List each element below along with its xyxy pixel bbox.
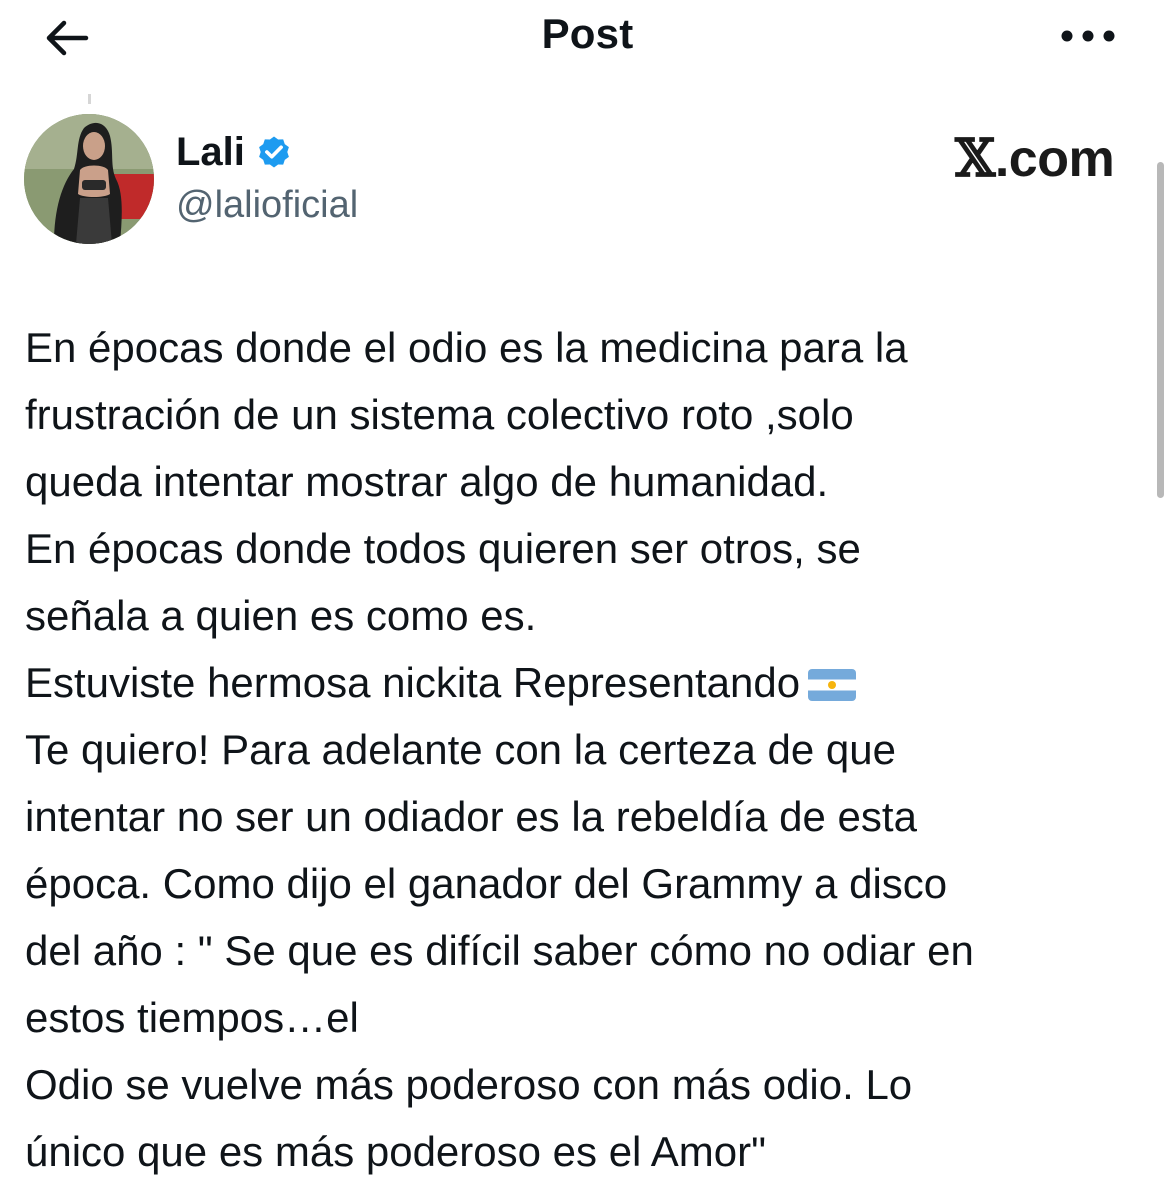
x-logo-icon: 𝕏 [955,128,995,189]
tweet-line: señala a quien es como es. [25,592,537,639]
tweet-line: Odio se vuelve más poderoso con más odio… [25,1061,913,1108]
tweet-line: frustración de un sistema colectivo roto… [25,391,854,438]
tweet-line: queda intentar mostrar algo de humanidad… [25,458,829,505]
argentina-flag-icon [808,669,857,701]
author-handle[interactable]: @lalioficial [176,184,358,227]
scrollbar[interactable] [1157,162,1164,498]
tweet-line: época. Como dijo el ganador del Grammy a… [25,860,948,907]
thread-line [88,94,91,104]
author-name-row: Lali [176,128,293,176]
avatar[interactable] [24,114,154,244]
page-title: Post [541,10,634,57]
tweet-line-with-flag: Estuviste hermosa nickita Representando [25,649,1145,716]
author-display-name[interactable]: Lali [176,130,245,175]
more-options-button[interactable] [1052,14,1124,58]
tweet-text: En épocas donde el odio es la medicina p… [25,314,1145,1185]
watermark-suffix: .com [994,130,1115,188]
verified-badge-icon [255,133,293,171]
tweet-line: del año : " Se que es difícil saber cómo… [25,927,974,974]
x-com-watermark: 𝕏.com [955,128,1115,189]
tweet-line: único que es más poderoso es el Amor" [25,1128,766,1175]
more-horizontal-icon [1061,30,1115,42]
profile-photo [24,114,154,244]
tweet-line: Te quiero! Para adelante con la certeza … [25,726,896,773]
tweet-line: En épocas donde el odio es la medicina p… [25,324,908,371]
tweet-line: En épocas donde todos quieren ser otros,… [25,525,861,572]
tweet-line: intentar no ser un odiador es la rebeldí… [25,793,917,840]
tweet-line-text: Estuviste hermosa nickita Representando [25,659,801,706]
top-bar: Post [0,0,1175,80]
tweet-line: estos tiempos…el [25,994,359,1041]
